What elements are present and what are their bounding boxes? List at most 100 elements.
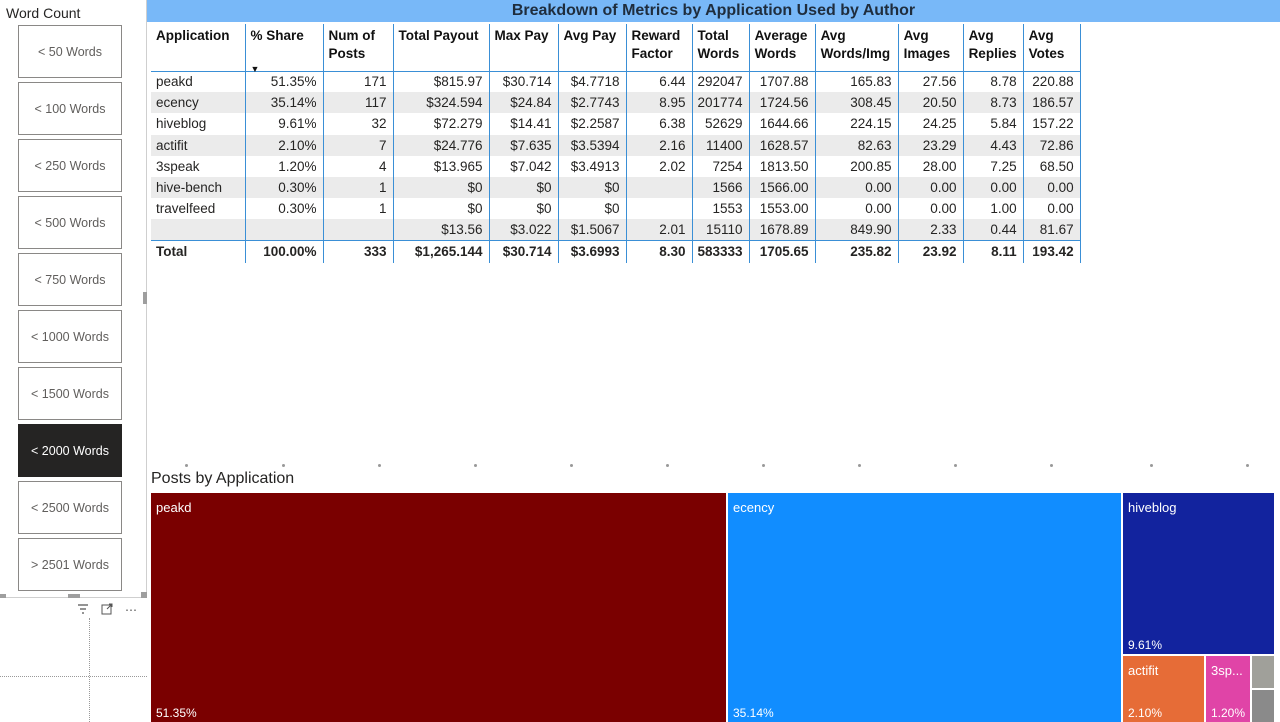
table-cell: 5.84 — [963, 113, 1024, 135]
table-cell: 68.50 — [1023, 155, 1081, 177]
treemap-tile[interactable]: peakd 51.35% — [151, 493, 726, 722]
table-cell: 35.14% — [245, 92, 324, 114]
table-cell: 24.25 — [898, 113, 964, 135]
treemap-tile[interactable]: actifit 2.10% — [1123, 656, 1204, 722]
treemap-tile[interactable] — [1252, 656, 1274, 688]
column-header[interactable]: Total Words — [692, 24, 750, 72]
table-cell: 1566.00 — [749, 176, 816, 199]
word-count-slicer: Word Count < 50 Words < 100 Words < 250 Wo… — [0, 0, 147, 598]
table-cell: 0.00 — [1023, 176, 1081, 199]
column-header[interactable]: Avg Pay — [558, 24, 627, 72]
column-header[interactable]: Avg Replies — [963, 24, 1024, 72]
column-header[interactable]: Avg Words/Img — [815, 24, 899, 72]
filter-icon[interactable] — [76, 603, 90, 617]
slicer-item[interactable]: < 2000 Words — [18, 424, 122, 477]
table-cell: 8.95 — [626, 92, 693, 114]
separator-dot — [762, 464, 765, 467]
column-header[interactable]: Avg Images — [898, 24, 964, 72]
table-cell: $3.5394 — [558, 134, 627, 156]
metrics-table-visual: Breakdown of Metrics by Application Used… — [147, 0, 1280, 460]
total-row[interactable]: Total 100.00% 333 $1,265.144 $30.714 $3.6993 8… — [151, 240, 1081, 263]
table-cell: Total — [151, 240, 246, 263]
table-row[interactable]: ecency 35.14% 117 $324.594 $24.84 $2.7743 8.95… — [151, 92, 1081, 114]
sort-descending-icon[interactable]: ▼ — [251, 60, 260, 78]
table-cell: $0 — [558, 198, 627, 220]
slicer-item[interactable]: < 1000 Words — [18, 310, 122, 363]
tile-label: peakd — [156, 500, 192, 515]
table-cell: 0.00 — [898, 198, 964, 220]
treemap-title: Posts by Application — [151, 470, 295, 487]
table-cell: 333 — [323, 240, 394, 263]
treemap-tile[interactable]: 3sp... 1.20% — [1206, 656, 1250, 722]
slicer-item[interactable]: < 2500 Words — [18, 481, 122, 534]
table-cell: 1678.89 — [749, 219, 816, 241]
table-cell: 0.00 — [963, 176, 1024, 199]
tile-label: actifit — [1128, 663, 1159, 678]
column-header[interactable]: Average Words — [749, 24, 816, 72]
table-cell: $0 — [393, 176, 490, 199]
resize-handle[interactable] — [141, 592, 147, 598]
table-row[interactable]: hive-bench 0.30% 1 $0 $0 $0 1566 1566.00 0.00 0.0… — [151, 176, 1081, 199]
table-cell: $0 — [489, 198, 559, 220]
table-row[interactable]: travelfeed 0.30% 1 $0 $0 $0 1553 1553.00 0.00 0.0… — [151, 198, 1081, 220]
treemap-tile[interactable]: ecency 35.14% — [728, 493, 1121, 722]
table-cell: 165.83 — [815, 71, 899, 93]
slicer-item[interactable]: < 250 Words — [18, 139, 122, 192]
column-header[interactable]: Num of Posts — [323, 24, 394, 72]
slicer-title: Word Count — [6, 5, 81, 21]
column-header[interactable]: Max Pay — [489, 24, 559, 72]
table-row[interactable]: actifit 2.10% 7 $24.776 $7.635 $3.5394 2.16 114… — [151, 134, 1081, 156]
slicer-item[interactable]: < 100 Words — [18, 82, 122, 135]
table-cell — [245, 219, 324, 241]
table-cell: 224.15 — [815, 113, 899, 135]
slicer-item[interactable]: < 500 Words — [18, 196, 122, 249]
slicer-item[interactable]: < 750 Words — [18, 253, 122, 306]
table-cell: 200.85 — [815, 155, 899, 177]
slicer-item[interactable]: > 2501 Words — [18, 538, 122, 591]
slicer-item[interactable]: < 50 Words — [18, 25, 122, 78]
resize-handle[interactable] — [0, 594, 6, 598]
table-row[interactable]: 3speak 1.20% 4 $13.965 $7.042 $3.4913 2.02 7254… — [151, 155, 1081, 177]
metrics-table: Application% Share ▼ Num of Posts Total Payo… — [151, 24, 1081, 263]
table-cell: 28.00 — [898, 155, 964, 177]
table-cell: hiveblog — [151, 113, 246, 135]
table-cell: 235.82 — [815, 240, 899, 263]
resize-handle[interactable] — [68, 594, 80, 598]
focus-mode-icon[interactable] — [100, 603, 114, 617]
table-cell: actifit — [151, 134, 246, 156]
column-header[interactable]: Reward Factor — [626, 24, 693, 72]
column-header[interactable]: Application — [151, 24, 246, 72]
table-cell: travelfeed — [151, 198, 246, 220]
table-row[interactable]: $13.56 $3.022 $1.5067 2.01 15110 1678.89 849.9… — [151, 219, 1081, 241]
table-cell: $324.594 — [393, 92, 490, 114]
treemap-tile[interactable] — [1252, 690, 1274, 722]
table-row[interactable]: peakd 51.35% 171 $815.97 $30.714 $4.7718 6.44 2… — [151, 71, 1081, 93]
treemap-tile[interactable]: hiveblog 9.61% — [1123, 493, 1274, 654]
separator-dot — [954, 464, 957, 467]
table-cell: $13.56 — [393, 219, 490, 241]
column-header[interactable]: Avg Votes — [1023, 24, 1081, 72]
separator-dot — [1246, 464, 1249, 467]
table-cell: 4.43 — [963, 134, 1024, 156]
column-header[interactable]: % Share ▼ — [245, 24, 324, 74]
column-header[interactable]: Total Payout — [393, 24, 490, 72]
separator-dot — [1050, 464, 1053, 467]
table-cell: 0.00 — [815, 198, 899, 220]
table-cell: 193.42 — [1023, 240, 1081, 263]
table-cell: $13.965 — [393, 155, 490, 177]
table-row[interactable]: hiveblog 9.61% 32 $72.279 $14.41 $2.2587 6.38 5… — [151, 113, 1081, 135]
tile-percentage: 9.61% — [1128, 638, 1163, 652]
table-title: Breakdown of Metrics by Application Used… — [147, 0, 1280, 22]
slicer-item[interactable]: < 1500 Words — [18, 367, 122, 420]
more-options-icon[interactable]: ⋯ — [124, 603, 138, 617]
table-cell: 1813.50 — [749, 155, 816, 177]
table-cell: 220.88 — [1023, 71, 1081, 93]
table-cell: 6.44 — [626, 71, 693, 93]
table-cell: 7 — [323, 134, 394, 156]
table-cell: 0.44 — [963, 219, 1024, 241]
table-cell: $1,265.144 — [393, 240, 490, 263]
separator-dot — [282, 464, 285, 467]
separator-dot — [1150, 464, 1153, 467]
separator-dot — [570, 464, 573, 467]
table-cell: 23.92 — [898, 240, 964, 263]
